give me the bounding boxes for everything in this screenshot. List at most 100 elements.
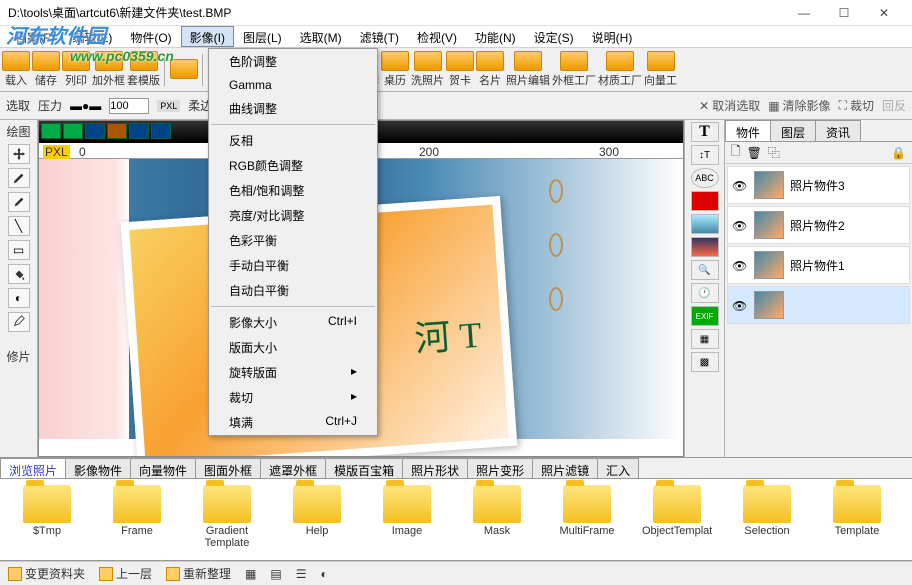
menu-10[interactable]: 说明(H)	[583, 26, 642, 47]
menu-item[interactable]: Gamma	[209, 74, 377, 96]
menu-item[interactable]: 裁切	[209, 385, 377, 410]
folder-$Tmp[interactable]: $Tmp	[12, 485, 82, 554]
menu-item[interactable]: 色阶调整	[209, 49, 377, 74]
cancel-selection-button[interactable]: ✕取消选取	[699, 97, 760, 114]
bottom-tab-5[interactable]: 模版百宝箱	[325, 458, 403, 478]
undo-button[interactable]	[41, 123, 61, 139]
menu-2[interactable]: 物件(O)	[121, 26, 180, 47]
tool-贺卡[interactable]: 贺卡	[446, 51, 474, 88]
menu-7[interactable]: 检视(V)	[408, 26, 466, 47]
menu-item[interactable]: 反相	[209, 128, 377, 153]
copy-button[interactable]	[129, 123, 149, 139]
menu-5[interactable]: 选取(M)	[291, 26, 351, 47]
vtext-tool[interactable]: ↕T	[691, 145, 719, 165]
menu-item[interactable]: 色彩平衡	[209, 228, 377, 253]
menu-item[interactable]: 色相/饱和调整	[209, 178, 377, 203]
visibility-icon[interactable]: 👁	[732, 219, 748, 231]
menu-item[interactable]: 旋转版面	[209, 360, 377, 385]
refresh-button[interactable]: 重新整理	[166, 565, 231, 582]
bottom-tab-1[interactable]: 影像物件	[65, 458, 131, 478]
menu-3[interactable]: 影像(I)	[181, 26, 234, 47]
layer-item[interactable]: 👁照片物件2	[727, 206, 910, 244]
line-tool[interactable]: ╲	[8, 216, 30, 236]
visibility-icon[interactable]: 👁	[732, 259, 748, 271]
folder-MultiFrame[interactable]: MultiFrame	[552, 485, 622, 554]
sunset-tool[interactable]	[691, 237, 719, 257]
close-button[interactable]: ✕	[864, 1, 904, 25]
reverse-button[interactable]: 回反	[882, 97, 906, 114]
menu-item[interactable]: 曲线调整	[209, 96, 377, 121]
tool-外框工厂[interactable]: 外框工厂	[552, 51, 596, 88]
pressure-input[interactable]	[109, 98, 149, 114]
maximize-button[interactable]: ☐	[824, 1, 864, 25]
visibility-icon[interactable]: 👁	[732, 299, 748, 311]
menu-8[interactable]: 功能(N)	[466, 26, 525, 47]
new-layer-icon[interactable]: 🗋	[731, 142, 741, 163]
redo-button[interactable]	[63, 123, 83, 139]
bottom-tab-0[interactable]: 浏览照片	[0, 458, 66, 478]
folder-Help[interactable]: Help	[282, 485, 352, 554]
minimize-button[interactable]: —	[784, 1, 824, 25]
slider-icon[interactable]: ▬●▬	[70, 99, 101, 113]
menu-6[interactable]: 滤镜(T)	[351, 26, 408, 47]
bottom-tab-4[interactable]: 遮罩外框	[260, 458, 326, 478]
copy-layer-icon[interactable]: ⿻	[768, 144, 780, 161]
brush-tool[interactable]	[8, 168, 30, 188]
panel-tab-图层[interactable]: 图层	[770, 120, 816, 141]
bottom-tab-3[interactable]: 图面外框	[195, 458, 261, 478]
cut-button[interactable]	[107, 123, 127, 139]
layer-item[interactable]: 👁照片物件3	[727, 166, 910, 204]
menu-9[interactable]: 设定(S)	[525, 26, 583, 47]
clock-tool[interactable]: 🕐	[691, 283, 719, 303]
tool-载入[interactable]: 载入	[2, 51, 30, 88]
panel-tab-物件[interactable]: 物件	[725, 120, 771, 141]
folder-Image[interactable]: Image	[372, 485, 442, 554]
menu-item[interactable]: RGB颜色调整	[209, 153, 377, 178]
menu-item[interactable]: 版面大小	[209, 335, 377, 360]
text-tool[interactable]: T	[691, 122, 719, 142]
menu-item[interactable]: 影像大小Ctrl+I	[209, 310, 377, 335]
pencil-tool[interactable]	[8, 192, 30, 212]
clear-image-button[interactable]: ▦清除影像	[768, 97, 830, 114]
tool-桌历[interactable]: 桌历	[381, 51, 409, 88]
up-level-button[interactable]: 上一层	[99, 565, 152, 582]
history-button[interactable]	[85, 123, 105, 139]
folder-Mask[interactable]: Mask	[462, 485, 532, 554]
folder-ObjectTemplate[interactable]: ObjectTemplate	[642, 485, 712, 554]
tool-5[interactable]	[170, 59, 198, 80]
change-folder-button[interactable]: 变更资料夹	[8, 565, 85, 582]
move-tool[interactable]	[8, 144, 30, 164]
menu-item[interactable]: 自动白平衡	[209, 278, 377, 303]
view-icon-1[interactable]: ▦	[245, 567, 256, 581]
bottom-tab-7[interactable]: 照片变形	[467, 458, 533, 478]
menu-item[interactable]: 填满Ctrl+J	[209, 410, 377, 435]
delete-layer-icon[interactable]: 🗑	[747, 146, 762, 160]
paste-button[interactable]	[151, 123, 171, 139]
exif-tool[interactable]: EXIF	[691, 306, 719, 326]
tool-洗照片[interactable]: 洗照片	[411, 51, 444, 88]
blue-tool[interactable]	[691, 214, 719, 234]
bucket-tool[interactable]	[8, 264, 30, 284]
tool-向量工[interactable]: 向量工	[644, 51, 677, 88]
checker-tool[interactable]: ▩	[691, 352, 719, 372]
tool-材质工厂[interactable]: 材质工厂	[598, 51, 642, 88]
gradient-tool[interactable]: ◐	[8, 288, 30, 308]
tool-名片[interactable]: 名片	[476, 51, 504, 88]
abc-tool[interactable]: ABC	[691, 168, 719, 188]
zoom-tool[interactable]: 🔍	[691, 260, 719, 280]
rect-tool[interactable]: ▭	[8, 240, 30, 260]
layer-item[interactable]: 👁	[727, 286, 910, 324]
bottom-tab-9[interactable]: 汇入	[597, 458, 639, 478]
lock-layer-icon[interactable]: 🔒	[891, 146, 906, 160]
folder-Selection[interactable]: Selection	[732, 485, 802, 554]
red-tool[interactable]	[691, 191, 719, 211]
view-icon-4[interactable]: ◐	[321, 567, 328, 581]
grid-tool[interactable]: ▦	[691, 329, 719, 349]
view-icon-2[interactable]: ▤	[270, 567, 281, 581]
layer-item[interactable]: 👁照片物件1	[727, 246, 910, 284]
bottom-tab-8[interactable]: 照片滤镜	[532, 458, 598, 478]
bottom-tab-2[interactable]: 向量物件	[130, 458, 196, 478]
tool-储存[interactable]: 储存	[32, 51, 60, 88]
crop-button[interactable]: ⛶裁切	[839, 97, 874, 114]
menu-4[interactable]: 图层(L)	[234, 26, 291, 47]
